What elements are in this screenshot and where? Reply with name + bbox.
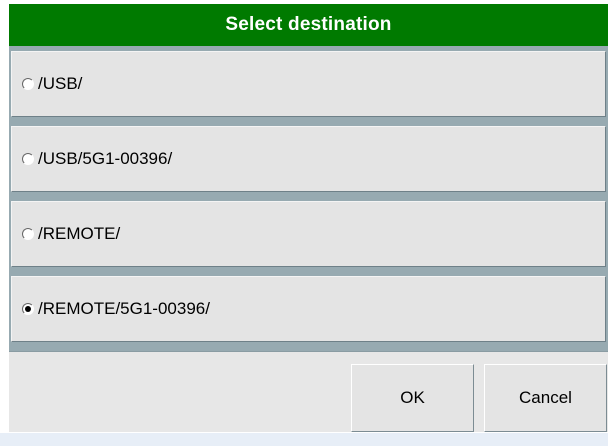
option-remote-5g1-00396[interactable]: /REMOTE/5G1-00396/ — [11, 276, 606, 342]
option-label: /USB/ — [38, 74, 83, 93]
cancel-button[interactable]: Cancel — [484, 364, 607, 432]
radio-unchecked-icon[interactable] — [22, 153, 34, 165]
option-remote[interactable]: /REMOTE/ — [11, 201, 606, 267]
option-label: /REMOTE/5G1-00396/ — [38, 299, 210, 318]
radio-checked-icon[interactable] — [22, 303, 34, 315]
option-label: /USB/5G1-00396/ — [38, 149, 173, 168]
option-usb-5g1-00396[interactable]: /USB/5G1-00396/ — [11, 126, 606, 192]
radio-unchecked-icon[interactable] — [22, 228, 34, 240]
dialog-title: Select destination — [9, 4, 608, 46]
button-bar: OK Cancel — [9, 351, 608, 432]
radio-unchecked-icon[interactable] — [22, 78, 34, 90]
bottom-strip — [0, 433, 608, 446]
option-usb[interactable]: /USB/ — [11, 51, 606, 117]
option-label: /REMOTE/ — [38, 224, 121, 243]
select-destination-dialog: Select destination /USB/ /USB/5G1-00396/… — [9, 4, 608, 432]
ok-button[interactable]: OK — [351, 364, 474, 432]
